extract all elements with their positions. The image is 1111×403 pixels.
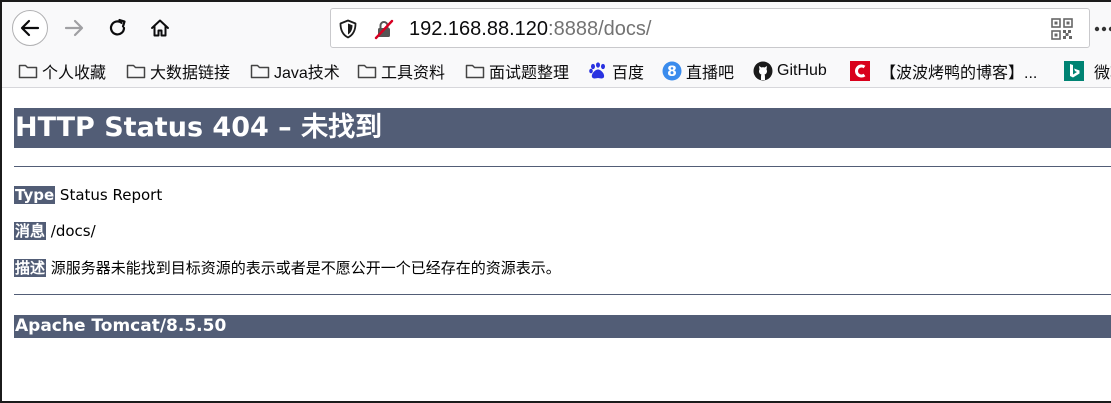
arrow-left-icon bbox=[20, 19, 40, 37]
bookmark-label: GitHub bbox=[777, 62, 827, 79]
bookmark-label: 【波波烤鸭的博客】... bbox=[880, 65, 1038, 82]
bookmark-folder-favorites[interactable]: 个人收藏 bbox=[18, 59, 106, 83]
home-icon bbox=[151, 19, 169, 37]
bookmark-label: 大数据链接 bbox=[150, 65, 231, 82]
bookmark-label: 微软 bbox=[1094, 65, 1111, 82]
bookmark-baidu[interactable]: 百度 bbox=[588, 59, 644, 83]
bookmark-folder-tools[interactable]: 工具资料 bbox=[357, 59, 445, 83]
bookmark-label: 直播吧 bbox=[686, 65, 735, 82]
shield-icon[interactable] bbox=[337, 18, 359, 40]
bookmark-label: Java技术 bbox=[274, 65, 340, 82]
bookmark-github[interactable]: GitHub bbox=[753, 59, 827, 83]
message-row: 消息 /docs/ bbox=[14, 221, 96, 241]
bookmark-folder-interview[interactable]: 面试题整理 bbox=[465, 59, 569, 83]
forward-button[interactable] bbox=[56, 10, 92, 46]
overflow-menu-button[interactable] bbox=[1094, 16, 1111, 38]
bookmark-label: 面试题整理 bbox=[489, 65, 570, 82]
divider bbox=[14, 294, 1111, 295]
url-host: 192.168.88.120 bbox=[409, 18, 549, 40]
csdn-icon bbox=[850, 61, 870, 81]
url-text[interactable]: 192.168.88.120:8888/docs/ bbox=[409, 16, 651, 42]
folder-icon bbox=[465, 62, 485, 80]
overflow-icon bbox=[1094, 26, 1111, 32]
description-label: 描述 bbox=[14, 259, 47, 277]
folder-icon bbox=[18, 62, 38, 80]
bookmark-label: 工具资料 bbox=[381, 65, 446, 82]
url-path: :8888/docs/ bbox=[548, 18, 652, 40]
status-type-label: Type bbox=[14, 186, 56, 204]
bookmark-label: 个人收藏 bbox=[42, 65, 107, 82]
svg-text:8: 8 bbox=[667, 64, 677, 80]
description-row: 描述 源服务器未能找到目标资源的表示或者是不愿公开一个已经存在的资源表示。 bbox=[14, 258, 561, 278]
address-bar[interactable]: 192.168.88.120:8888/docs/ bbox=[330, 8, 1090, 48]
folder-icon bbox=[357, 62, 377, 80]
bookmark-folder-java[interactable]: Java技术 bbox=[250, 59, 340, 83]
bing-icon bbox=[1064, 61, 1084, 81]
back-button[interactable] bbox=[12, 10, 48, 46]
navigation-toolbar: 192.168.88.120:8888/docs/ bbox=[2, 2, 1111, 54]
folder-icon bbox=[126, 62, 146, 80]
bookmark-zhibo8[interactable]: 8 直播吧 bbox=[662, 59, 734, 83]
bookmark-label: 百度 bbox=[612, 65, 645, 82]
message-value: /docs/ bbox=[50, 222, 96, 240]
message-label: 消息 bbox=[14, 222, 47, 240]
insecure-lock-icon[interactable] bbox=[373, 18, 395, 40]
reload-icon bbox=[109, 18, 126, 36]
baidu-icon bbox=[588, 62, 608, 80]
bookmark-csdn-blog[interactable]: 【波波烤鸭的博客】... bbox=[850, 59, 1037, 83]
bookmark-bing[interactable]: 微软 bbox=[1064, 59, 1111, 83]
page-title: HTTP Status 404 – 未找到 bbox=[14, 108, 1111, 148]
reload-button[interactable] bbox=[100, 10, 136, 46]
status-type-row: Type Status Report bbox=[14, 185, 162, 205]
home-button[interactable] bbox=[142, 10, 178, 46]
page-content: HTTP Status 404 – 未找到 Type Status Report… bbox=[2, 88, 1111, 401]
description-value: 源服务器未能找到目标资源的表示或者是不愿公开一个已经存在的资源表示。 bbox=[50, 259, 561, 277]
arrow-right-icon bbox=[64, 19, 84, 37]
status-type-value: Status Report bbox=[59, 186, 163, 204]
bookmarks-toolbar: 个人收藏 大数据链接 Java技术 工具资料 面试题整理 百度 8 直播吧 Gi… bbox=[2, 54, 1111, 88]
browser-window: 192.168.88.120:8888/docs/ 个人收藏 大数据链接 Jav… bbox=[0, 0, 1111, 403]
qr-code-icon[interactable] bbox=[1051, 18, 1073, 40]
zhibo8-icon: 8 bbox=[662, 61, 682, 81]
bookmark-folder-bigdata[interactable]: 大数据链接 bbox=[126, 59, 230, 83]
github-icon bbox=[753, 61, 773, 81]
server-info: Apache Tomcat/8.5.50 bbox=[14, 315, 1111, 338]
folder-icon bbox=[250, 62, 270, 80]
divider bbox=[14, 166, 1111, 167]
